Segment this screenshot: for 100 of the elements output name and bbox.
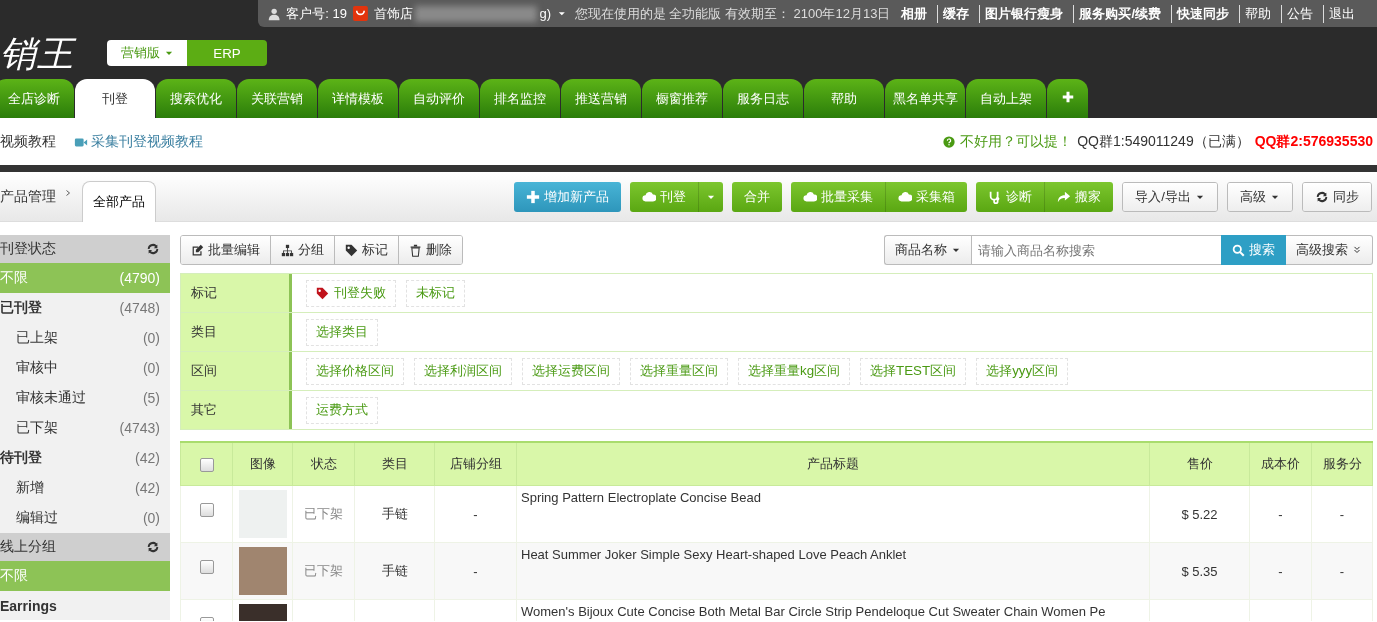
filter-item[interactable]: 审核中 (0) [0,353,170,383]
nav-tab[interactable]: 帮助 [804,79,884,118]
column-header: 状态 [292,442,355,486]
store-name[interactable]: 首饰店 [373,4,413,23]
double-chevron-icon [1352,245,1362,255]
search-button[interactable]: 搜索 [1221,235,1286,265]
filter-option[interactable]: 未标记 [406,279,465,307]
refresh-icon [1315,189,1329,204]
photo-placeholder [238,547,287,595]
search-field[interactable]: 请输入商品名称搜索 [971,235,1221,265]
row-checkbox[interactable] [199,502,214,517]
nav-tab[interactable]: 全店诊断 [0,79,74,118]
nav-tab[interactable]: 自动上架 [966,79,1046,118]
nav-tab[interactable]: 排名监控 [480,79,560,118]
filter-option[interactable]: 选择利润区间 [414,357,512,385]
action-button[interactable]: 高级 [1228,182,1292,211]
row-checkbox[interactable] [199,559,214,574]
product-title[interactable]: Heat Summer Joker Simple Sexy Heart-shaped Love Peach Anklet [521,547,907,562]
top-link[interactable]: 服务购买/续费 [1073,4,1165,23]
store-icon [352,5,368,22]
nav-tab[interactable]: 推送营销 [561,79,641,118]
filter-item[interactable]: 编辑过 (0) [0,503,170,533]
dropdown-toggle[interactable] [698,181,724,212]
filter-item[interactable]: 已下架 (4743) [0,413,170,443]
action-button[interactable]: 批量采集 [791,181,886,212]
batch-button[interactable]: 分组 [270,236,334,264]
table-cell: $ 5.35 [1181,563,1218,579]
batch-button[interactable]: 标记 [334,236,398,264]
filter-item[interactable]: 已刊登 (4748) [0,293,170,323]
filter-item[interactable]: 审核未通过 (5) [0,383,170,413]
table-cell: - [1278,563,1283,579]
filter-option[interactable]: 选择类目 [306,318,378,346]
nav-tab[interactable]: 橱窗推荐 [642,79,722,118]
tutorial-link[interactable]: 采集刊登视频教程 [74,132,203,151]
action-button[interactable]: 刊登 [630,181,699,212]
top-link[interactable]: 公告 [1281,4,1317,23]
column-header: 售价 [1149,442,1250,486]
feedback-link[interactable]: 不好用？可以提！ [960,132,1073,151]
nav-tab[interactable]: 黑名单共享 [885,79,965,118]
nav-tab[interactable]: 搜索优化 [156,79,236,118]
tag-icon [316,286,329,300]
filter-item[interactable]: 不限 [0,561,170,591]
content-tab[interactable]: 全部产品 [82,181,156,222]
table-cell: $ 5.22 [1181,506,1218,522]
edition-toggle[interactable]: ERP [187,40,267,66]
action-button[interactable]: 导入/导出 [1123,182,1217,211]
filter-option[interactable]: 运费方式 [306,396,378,424]
filter-item[interactable]: 待刊登 (42) [0,443,170,473]
item-label: 不限 [0,567,28,585]
action-button[interactable]: 诊断 [976,181,1045,212]
row-checkbox[interactable] [199,457,214,472]
panel-title: 刊登状态 [0,240,56,258]
action-button[interactable]: 增加新产品 [514,181,622,212]
filter-item[interactable]: Earrings [0,591,170,620]
filter-option[interactable]: 选择价格区间 [306,357,404,385]
edition-toggle[interactable]: 营销版 [107,40,187,66]
table-cell: 已下架 [304,506,343,521]
nav-tab[interactable]: 自动评价 [399,79,479,118]
action-button[interactable]: 搬家 [1044,181,1114,212]
nav-tab[interactable]: 详情模板 [318,79,398,118]
nav-tab[interactable]: 刊登 [75,79,155,118]
nav-tab[interactable]: 关联营销 [237,79,317,118]
filter-item[interactable]: 已上架 (0) [0,323,170,353]
column-header: 成本价 [1249,442,1312,486]
breadcrumb-link[interactable]: 产品管理 [0,187,56,206]
column-header: 图像 [232,442,293,486]
item-label: 不限 [0,269,28,287]
share-arrow-icon [1057,189,1072,204]
filter-option[interactable]: 选择TEST区间 [860,357,967,385]
filter-item[interactable]: 新增 (42) [0,473,170,503]
filter-option[interactable]: 选择运费区间 [522,357,620,385]
filter-option[interactable]: 刊登失败 [306,279,396,307]
top-link[interactable]: 快速同步 [1171,4,1233,23]
item-label: 已刊登 [0,299,42,317]
table-cell: - [1278,506,1283,522]
item-label: 已下架 [16,419,58,437]
filter-option[interactable]: 选择重量区间 [630,357,728,385]
nav-tab[interactable]: 服务日志 [723,79,803,118]
top-link[interactable]: 相册 [896,4,932,23]
action-button[interactable]: 合并 [732,181,783,212]
search-field-select[interactable]: 商品名称 [884,235,971,265]
top-link[interactable]: 缓存 [937,4,974,23]
top-link[interactable]: 帮助 [1239,4,1275,23]
column-header: 店铺分组 [434,442,517,486]
tutorial-link[interactable]: 视频教程 [0,132,56,151]
advanced-search-button[interactable]: 高级搜索 [1286,235,1373,265]
product-title[interactable]: Spring Pattern Electroplate Concise Bead [521,490,761,505]
trash-icon [409,243,422,257]
filter-option[interactable]: 选择yyy区间 [976,357,1069,385]
filter-option[interactable]: 选择重量kg区间 [738,357,851,385]
action-button[interactable]: 采集箱 [885,181,968,212]
batch-button[interactable]: 删除 [398,236,462,264]
top-link[interactable]: 图片银行瘦身 [979,4,1068,23]
filter-item[interactable]: 不限 (4790) [0,263,170,293]
action-button[interactable]: 同步 [1303,182,1371,211]
add-tab-button[interactable] [1047,79,1088,118]
top-link[interactable]: 退出 [1323,4,1359,23]
item-count: (42) [135,450,160,466]
batch-button[interactable]: 批量编辑 [181,236,270,264]
qq-group-full: QQ群1:549011249（已满） [1077,132,1250,151]
